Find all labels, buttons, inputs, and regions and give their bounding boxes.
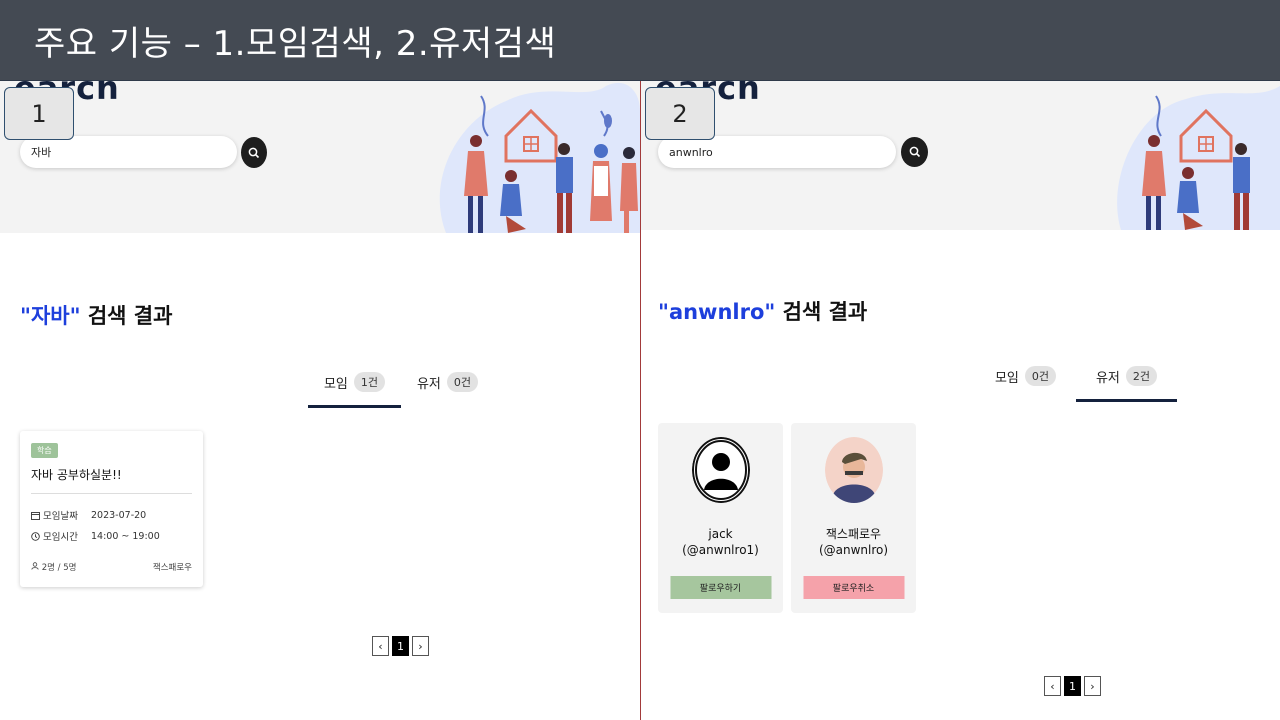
- search-query: "anwnlro": [658, 300, 776, 324]
- user-name-block: jack (@anwnlro1): [658, 526, 783, 558]
- slide: 주요 기능 – 1.모임검색, 2.유저검색 earch 자바: [0, 0, 1280, 720]
- search-input[interactable]: anwnlro: [658, 136, 896, 168]
- date-value: 2023-07-20: [91, 509, 147, 521]
- title-bar: 주요 기능 – 1.모임검색, 2.유저검색: [0, 0, 1280, 81]
- host-name: 잭스패로우: [152, 563, 192, 573]
- tab-count-badge: 0건: [1024, 366, 1057, 386]
- tab-count-badge: 1건: [353, 372, 386, 392]
- prev-page-button[interactable]: ‹: [1044, 676, 1061, 696]
- pagination: ‹ 1 ›: [372, 636, 429, 656]
- user-handle: (@anwnlro1): [682, 543, 759, 557]
- tab-label: 유저: [1095, 370, 1120, 386]
- time-label: 모임시간: [43, 532, 78, 543]
- user-handle: (@anwnlro): [818, 543, 889, 557]
- step-badge: 2: [645, 87, 715, 140]
- member-count: 2명 / 5명: [31, 561, 76, 573]
- tab-label: 모임: [994, 370, 1019, 386]
- date-label: 모임날짜: [43, 511, 78, 522]
- search-result-suffix: 검색 결과: [80, 304, 173, 328]
- prev-page-button[interactable]: ‹: [372, 636, 389, 656]
- tab-label: 모임: [323, 376, 348, 392]
- tab-label: 유저: [416, 376, 441, 392]
- tab-users[interactable]: 유저 2건: [1076, 361, 1177, 402]
- hero-banner: earch 자바: [0, 81, 640, 233]
- next-page-button[interactable]: ›: [1084, 676, 1101, 696]
- tab-meetings[interactable]: 모임 0건: [975, 361, 1076, 391]
- panel-meeting-search: earch 자바: [0, 81, 640, 720]
- follow-button[interactable]: 팔로우하기: [670, 576, 771, 599]
- result-tabs: 모임 1건 유저 0건: [308, 367, 494, 408]
- category-tag: 학습: [31, 443, 58, 458]
- people-illustration: [1117, 86, 1280, 230]
- next-page-button[interactable]: ›: [412, 636, 429, 656]
- user-name: 잭스패로우: [825, 527, 882, 541]
- search-query: "자바": [20, 304, 81, 328]
- tab-users[interactable]: 유저 0건: [401, 367, 494, 397]
- slide-title: 주요 기능 – 1.모임검색, 2.유저검색: [34, 23, 557, 64]
- default-avatar-icon: [691, 437, 750, 503]
- tab-meetings[interactable]: 모임 1건: [308, 367, 401, 408]
- search-icon: [909, 146, 920, 158]
- panel-divider: [640, 81, 641, 720]
- search-result-title: "anwnlro" 검색 결과: [658, 296, 867, 326]
- search-button[interactable]: [901, 137, 928, 167]
- tab-count-badge: 0건: [446, 372, 479, 392]
- unfollow-button[interactable]: 팔로우취소: [803, 576, 904, 599]
- page-button-current[interactable]: 1: [392, 636, 409, 656]
- card-footer: 2명 / 5명 잭스패로우: [31, 561, 192, 573]
- result-tabs: 모임 0건 유저 2건: [975, 361, 1177, 402]
- calendar-icon: [31, 511, 40, 520]
- meeting-time-row: 모임시간 14:00 ~ 19:00: [31, 529, 192, 543]
- user-name-block: 잭스패로우 (@anwnlro): [791, 526, 916, 558]
- search-input-value: anwnlro: [669, 145, 713, 159]
- search-input[interactable]: 자바: [20, 136, 237, 168]
- tab-count-badge: 2건: [1125, 366, 1158, 386]
- time-value: 14:00 ~ 19:00: [91, 530, 160, 542]
- search-button[interactable]: [241, 137, 267, 168]
- search-input-value: 자바: [31, 146, 52, 159]
- user-name: jack: [708, 527, 733, 541]
- person-icon: [31, 562, 39, 570]
- meeting-card[interactable]: 학습 자바 공부하실분!! 모임날짜 2023-07-20 모임시간 14:00…: [20, 431, 203, 587]
- member-count-text: 2명 / 5명: [41, 563, 77, 573]
- people-illustration: [439, 82, 640, 233]
- meeting-title: 자바 공부하실분!!: [31, 468, 122, 482]
- search-icon: [248, 147, 260, 158]
- step-badge: 1: [4, 87, 74, 140]
- user-avatar-icon: [824, 437, 883, 503]
- pagination: ‹ 1 ›: [1044, 676, 1101, 696]
- hero-banner: earch anwnlro: [641, 81, 1280, 230]
- meeting-date-row: 모임날짜 2023-07-20: [31, 508, 192, 522]
- panel-user-search: earch anwnlro: [641, 81, 1280, 720]
- search-result-title: "자바" 검색 결과: [20, 300, 172, 330]
- user-card[interactable]: jack (@anwnlro1) 팔로우하기: [658, 423, 783, 613]
- user-card[interactable]: 잭스패로우 (@anwnlro) 팔로우취소: [791, 423, 916, 613]
- card-divider: [31, 493, 192, 494]
- search-result-suffix: 검색 결과: [775, 300, 868, 324]
- clock-icon: [31, 531, 40, 541]
- page-button-current[interactable]: 1: [1064, 676, 1081, 696]
